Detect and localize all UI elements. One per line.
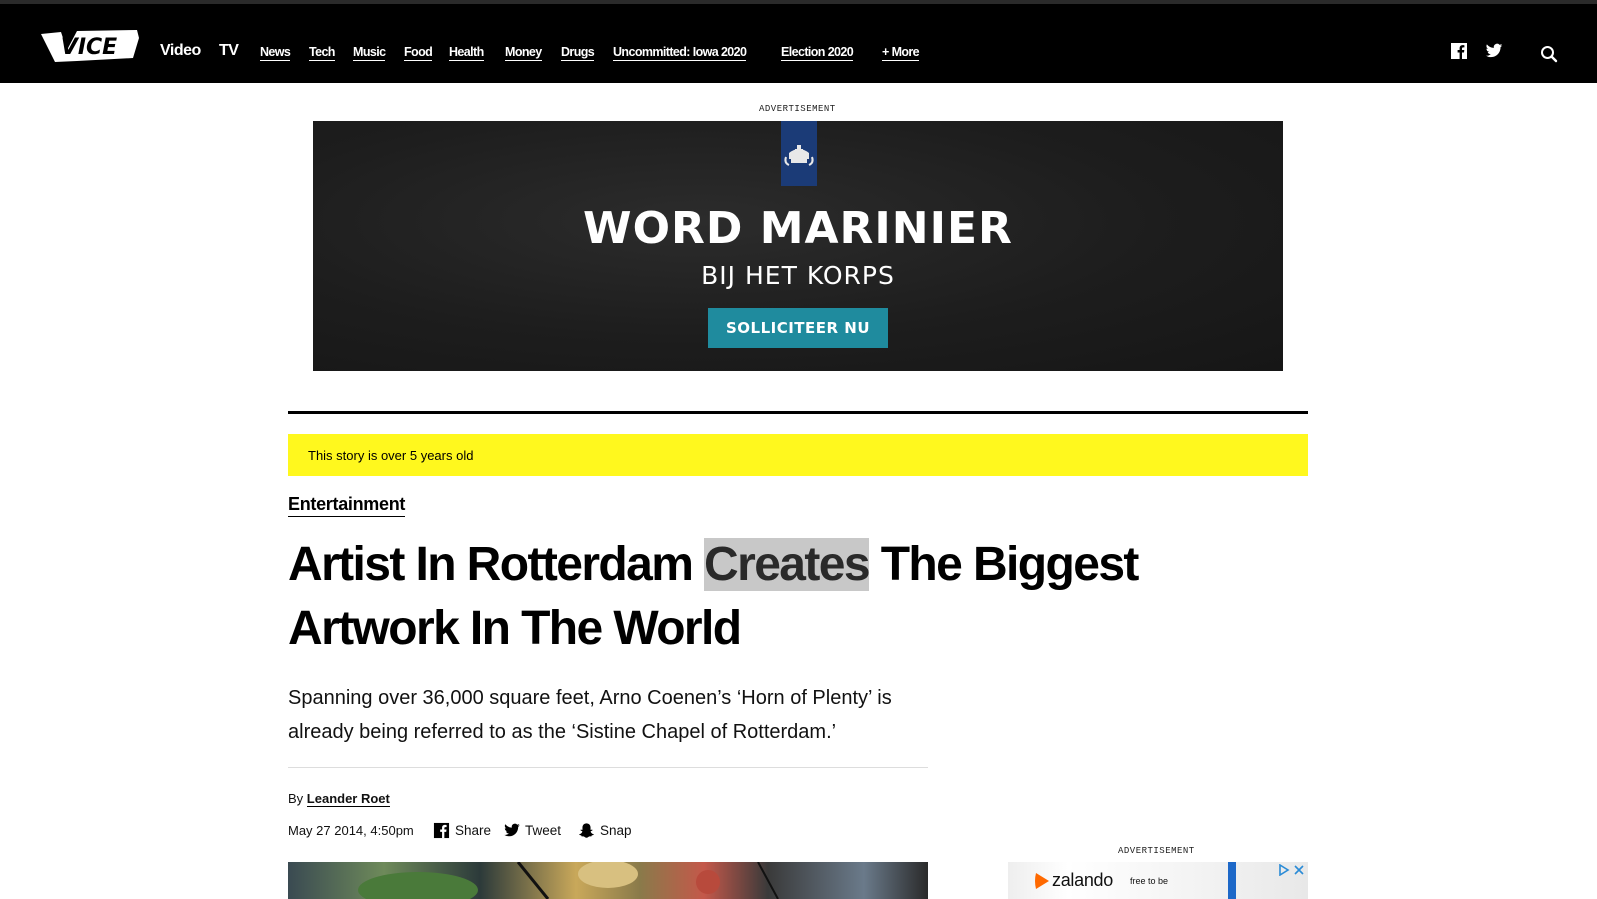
twitter-share-label: Tweet (525, 823, 562, 838)
zalando-logo-icon (1035, 873, 1049, 889)
top-navigation-bar: VICE Video TV News Tech Music Food Healt… (0, 0, 1597, 83)
nav-health-link[interactable]: Health (449, 45, 484, 61)
ad-product-strip (1228, 862, 1236, 899)
category-link[interactable]: Entertainment (288, 494, 405, 517)
advertisement-label: ADVERTISEMENT (759, 104, 836, 114)
snapchat-icon (579, 823, 594, 838)
nav-drugs-link[interactable]: Drugs (561, 45, 595, 61)
sidebar-advertisement-label: ADVERTISEMENT (1118, 846, 1195, 856)
nav-tech-link[interactable]: Tech (309, 45, 335, 61)
svg-text:VICE: VICE (61, 35, 117, 60)
nav-more-link[interactable]: + More (882, 45, 920, 61)
royal-crest-icon (781, 121, 817, 186)
byline: By Leander Roet (288, 791, 390, 807)
nav-news-link[interactable]: News (260, 45, 291, 61)
vice-logo[interactable]: VICE (37, 28, 141, 64)
headline-text-start: Artist In Rotterdam (288, 538, 705, 591)
zalando-brand: zalando (1052, 870, 1113, 890)
snapchat-share-label: Snap (600, 823, 632, 838)
article-dek: Spanning over 36,000 square feet, Arno C… (288, 687, 892, 743)
search-icon[interactable] (1540, 45, 1558, 63)
banner-advertisement[interactable]: WORD MARINIER BIJ HET KORPS SOLLICITEER … (313, 121, 1283, 371)
byline-prefix: By (288, 791, 304, 806)
headline-highlighted-word: Creates (704, 538, 871, 591)
nav-music-link[interactable]: Music (353, 45, 386, 61)
nav-money-link[interactable]: Money (505, 45, 542, 61)
twitter-icon[interactable] (1485, 42, 1503, 60)
article-headline: Artist In Rotterdam Creates The Biggest … (288, 533, 1268, 661)
author-link[interactable]: Leander Roet (306, 791, 390, 807)
story-age-banner: This story is over 5 years old (288, 434, 1308, 476)
zalando-tagline: free to be (1130, 876, 1169, 886)
nav-tv-link[interactable]: TV (219, 42, 239, 60)
publish-date: May 27 2014, 4:50pm (288, 823, 414, 838)
dek-divider (288, 767, 928, 768)
sidebar-advertisement[interactable]: zalando free to be (1008, 862, 1308, 899)
article-top-divider (288, 411, 1308, 414)
nav-food-link[interactable]: Food (404, 45, 433, 61)
hero-artwork-image (288, 862, 928, 899)
twitter-icon (504, 823, 520, 837)
close-icon[interactable] (1293, 864, 1305, 876)
nav-election-2020-link[interactable]: Election 2020 (781, 45, 854, 61)
ad-apply-button[interactable]: SOLLICITEER NU (708, 308, 888, 348)
facebook-share-label: Share (455, 823, 492, 838)
story-age-text: This story is over 5 years old (308, 448, 474, 463)
facebook-icon (433, 822, 450, 839)
facebook-icon[interactable] (1450, 42, 1468, 60)
nav-uncommitted-iowa-link[interactable]: Uncommitted: Iowa 2020 (613, 45, 747, 61)
adchoices-icon[interactable] (1278, 864, 1290, 876)
nav-video-link[interactable]: Video (160, 42, 201, 60)
ad-subheadline: BIJ HET KORPS (701, 261, 895, 290)
ad-headline: WORD MARINIER (583, 203, 1013, 254)
